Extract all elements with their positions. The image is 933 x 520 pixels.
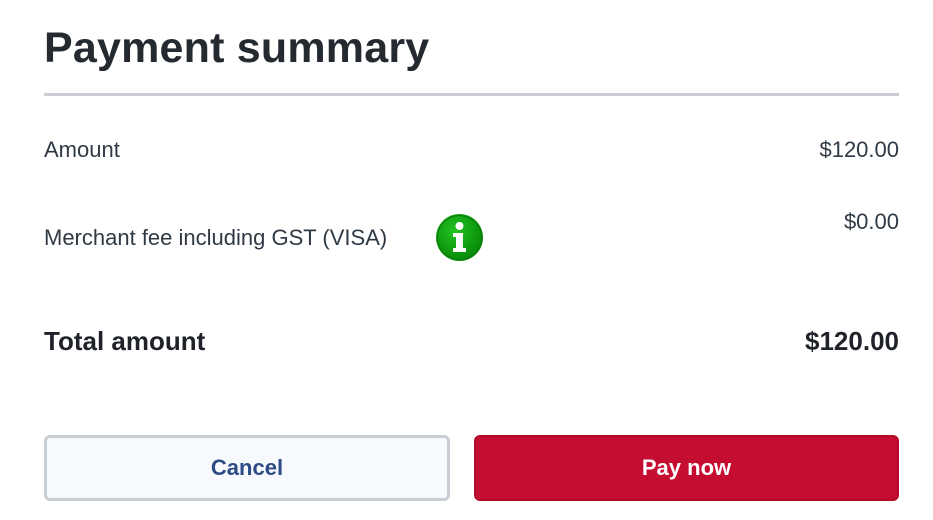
page-title: Payment summary [44,24,430,72]
amount-label: Amount [44,137,120,162]
title-divider [44,93,899,96]
pay-now-button[interactable]: Pay now [474,435,899,501]
amount-value: $120.00 [819,137,899,162]
merchant-fee-value: $0.00 [843,209,899,234]
total-amount-label: Total amount [44,326,206,356]
total-amount-value: $120.00 [805,326,899,356]
info-icon[interactable] [435,213,484,262]
merchant-fee-label: Merchant fee including GST (VISA) [44,225,388,250]
cancel-button[interactable]: Cancel [44,435,450,501]
